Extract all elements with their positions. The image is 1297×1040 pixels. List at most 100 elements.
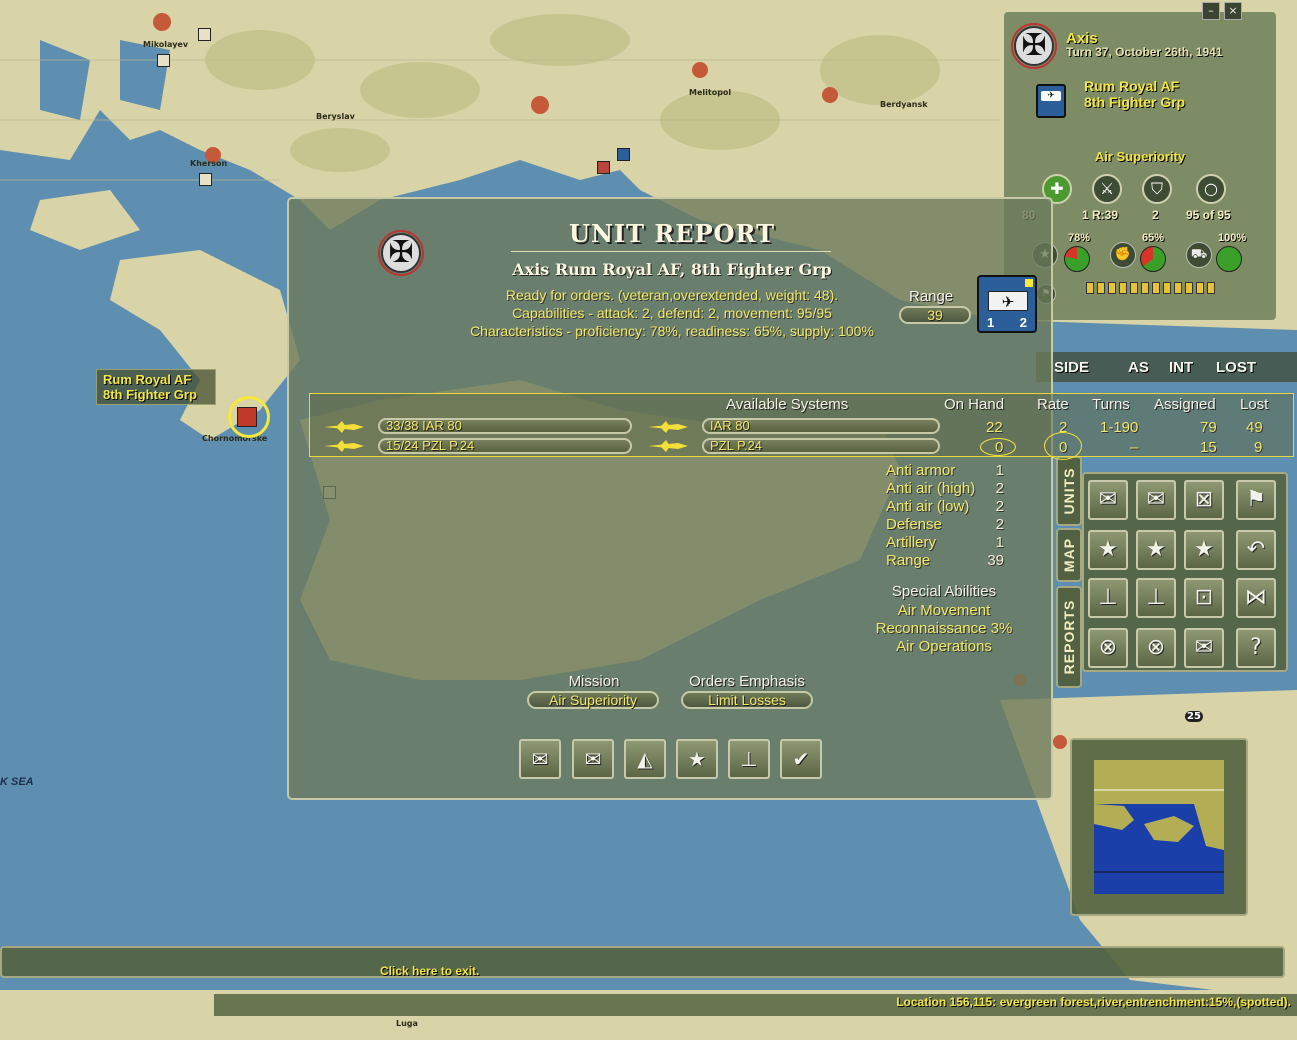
col-turns: Turns: [1092, 396, 1130, 413]
minimap[interactable]: [1094, 760, 1224, 894]
move-up-button[interactable]: ◭: [624, 739, 666, 779]
minimize-button[interactable]: –: [1202, 2, 1220, 20]
strength-pip: [1163, 282, 1171, 294]
strength-pip: [1119, 282, 1127, 294]
fighter-silhouette-icon: [324, 421, 364, 433]
selected-unit-line2: 8th Fighter Grp: [103, 387, 197, 402]
ability-row: Anti air (low) 2: [886, 498, 1004, 515]
next-unit-envelope-icon[interactable]: ✉: [1136, 480, 1176, 520]
counter-corner-marker: [1025, 279, 1033, 287]
special-abilities-title: Special Abilities: [891, 583, 997, 600]
unit-counter[interactable]: [199, 173, 212, 186]
tab-reports[interactable]: REPORTS: [1056, 586, 1082, 688]
division-icon[interactable]: ⋈: [1236, 578, 1276, 618]
strength-pip: [1174, 282, 1182, 294]
ability-row: Artillery 1: [886, 534, 1004, 551]
next-unit-button[interactable]: ✉: [572, 739, 614, 779]
prev-unit-envelope-icon[interactable]: ✉: [1088, 480, 1128, 520]
org-chart-icon[interactable]: ⊥: [1088, 578, 1128, 618]
lost-value: 49: [1246, 419, 1263, 436]
formation-icon[interactable]: ⊥: [1136, 578, 1176, 618]
tab-units[interactable]: UNITS: [1056, 456, 1082, 526]
defense-shield-icon: ⛉: [1142, 174, 1172, 204]
col-rate: Rate: [1037, 396, 1069, 413]
strength-pip: [1152, 282, 1160, 294]
mission-selector[interactable]: Air Superiority: [527, 691, 659, 709]
message-icon[interactable]: ✉: [1184, 628, 1224, 668]
confirm-check-button[interactable]: ✔: [780, 739, 822, 779]
as-header: AS: [1128, 359, 1149, 376]
range-label: Range: [909, 288, 954, 305]
ability-row: Anti armor 1: [886, 462, 1004, 479]
strength-pip: [1196, 282, 1204, 294]
system-name-bar[interactable]: IAR 80: [702, 418, 940, 434]
turns-value: –: [1130, 439, 1139, 456]
exit-text[interactable]: Click here to exit.: [380, 964, 479, 978]
movement-circle-icon: ○: [1196, 174, 1226, 204]
disband-icon[interactable]: ⊗: [1088, 628, 1128, 668]
undo-icon[interactable]: ↶: [1236, 530, 1276, 570]
lost-header: LOST: [1216, 359, 1256, 376]
unit-counter[interactable]: [617, 148, 630, 161]
system-strength-bar[interactable]: 15/24 PZL P.24: [378, 438, 632, 454]
assigned-value: 15: [1200, 439, 1217, 456]
strength-pips: [1086, 282, 1215, 294]
defense-value: 2: [1152, 208, 1159, 222]
orders-emphasis-selector[interactable]: Limit Losses: [681, 691, 813, 709]
star-button[interactable]: ★: [676, 739, 718, 779]
highlight-oval: [1044, 432, 1082, 460]
unit-counter[interactable]: [597, 161, 610, 174]
turn-date: Turn 37, October 26th, 1941: [1066, 45, 1223, 59]
ability-list: Anti armor 1 Anti air (high) 2 Anti air (l…: [886, 462, 1034, 570]
unit-counter-large: 1 2: [977, 275, 1037, 333]
orders-emphasis-label: Orders Emphasis: [689, 673, 805, 690]
prev-unit-button[interactable]: ✉: [519, 739, 561, 779]
counter-defense: 2: [1019, 315, 1027, 330]
highlight-oval: [980, 438, 1016, 456]
unit-counter[interactable]: [198, 28, 211, 41]
selected-unit-line1: Rum Royal AF: [103, 372, 192, 387]
strength-pip: [1097, 282, 1105, 294]
strength-pip: [1108, 282, 1116, 294]
report-subtitle: Axis Rum Royal AF, 8th Fighter Grp: [512, 260, 832, 279]
supply-crate-icon: ⛟: [1186, 242, 1212, 268]
col-available-systems: Available Systems: [726, 396, 849, 413]
readiness-fist-icon: ✊: [1110, 242, 1136, 268]
mission-icon[interactable]: ⊗: [1136, 628, 1176, 668]
close-button[interactable]: ×: [1224, 2, 1242, 20]
flag-icon[interactable]: ⚑: [1236, 480, 1276, 520]
city-label: Mikolayev: [143, 40, 189, 49]
air-unit-counter-icon[interactable]: ✈: [1036, 84, 1066, 118]
unit-counter[interactable]: [157, 54, 170, 67]
help-icon[interactable]: ?: [1236, 628, 1276, 668]
selected-unit-counter[interactable]: [237, 407, 257, 427]
tab-map[interactable]: MAP: [1056, 528, 1082, 582]
hierarchy-button[interactable]: ⊥: [728, 739, 770, 779]
supply-value: 100%: [1218, 232, 1247, 244]
prev-star-icon[interactable]: ★: [1088, 530, 1128, 570]
proficiency-pie: [1064, 246, 1090, 272]
system-strength-bar[interactable]: 33/38 IAR 80: [378, 418, 632, 434]
fighter-silhouette-icon: [324, 440, 364, 452]
ability-row: Anti air (high) 2: [886, 480, 1004, 497]
strength-pip: [1185, 282, 1193, 294]
hex-number: 25: [1185, 711, 1203, 722]
attack-swords-icon: ⚔: [1092, 174, 1122, 204]
unit-list-icon[interactable]: ⊠: [1184, 480, 1224, 520]
combat-stats-header: SIDE AS INT LOST: [1036, 352, 1297, 382]
exit-bar[interactable]: Click here to exit.: [0, 946, 1285, 978]
next-star-icon[interactable]: ★: [1136, 530, 1176, 570]
selected-unit-label[interactable]: Rum Royal AF 8th Fighter Grp: [96, 369, 216, 405]
star-icon[interactable]: ★: [1184, 530, 1224, 570]
special-ability: Air Movement: [897, 602, 991, 619]
strength-pip: [1141, 282, 1149, 294]
location-readout: Location 156,115: evergreen forest,river…: [896, 995, 1291, 1009]
unit-name: Rum Royal AF 8th Fighter Grp: [1084, 78, 1186, 110]
supply-unit-icon[interactable]: ⊡: [1184, 578, 1224, 618]
on-hand-value: 22: [986, 419, 1003, 436]
minimap-terrain: [1094, 760, 1224, 894]
available-systems-table: Available Systems On Hand Rate Turns Ass…: [309, 393, 1294, 460]
attack-value: 1 R:39: [1082, 208, 1119, 222]
readiness-value: 65%: [1142, 232, 1165, 244]
system-name-bar[interactable]: PZL P.24: [702, 438, 940, 454]
